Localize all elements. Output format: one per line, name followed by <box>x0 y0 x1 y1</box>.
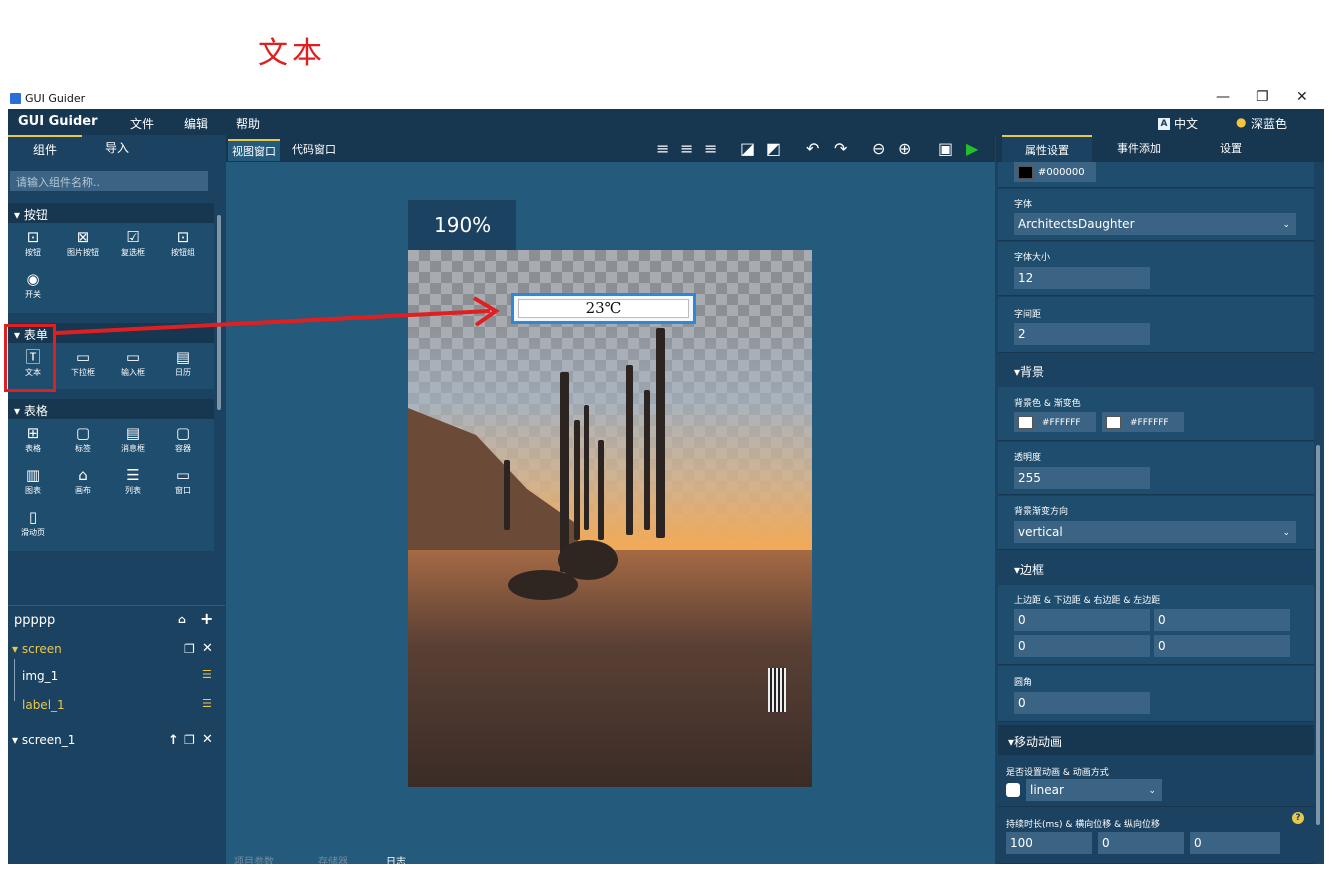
annotation-arrow <box>55 296 500 335</box>
